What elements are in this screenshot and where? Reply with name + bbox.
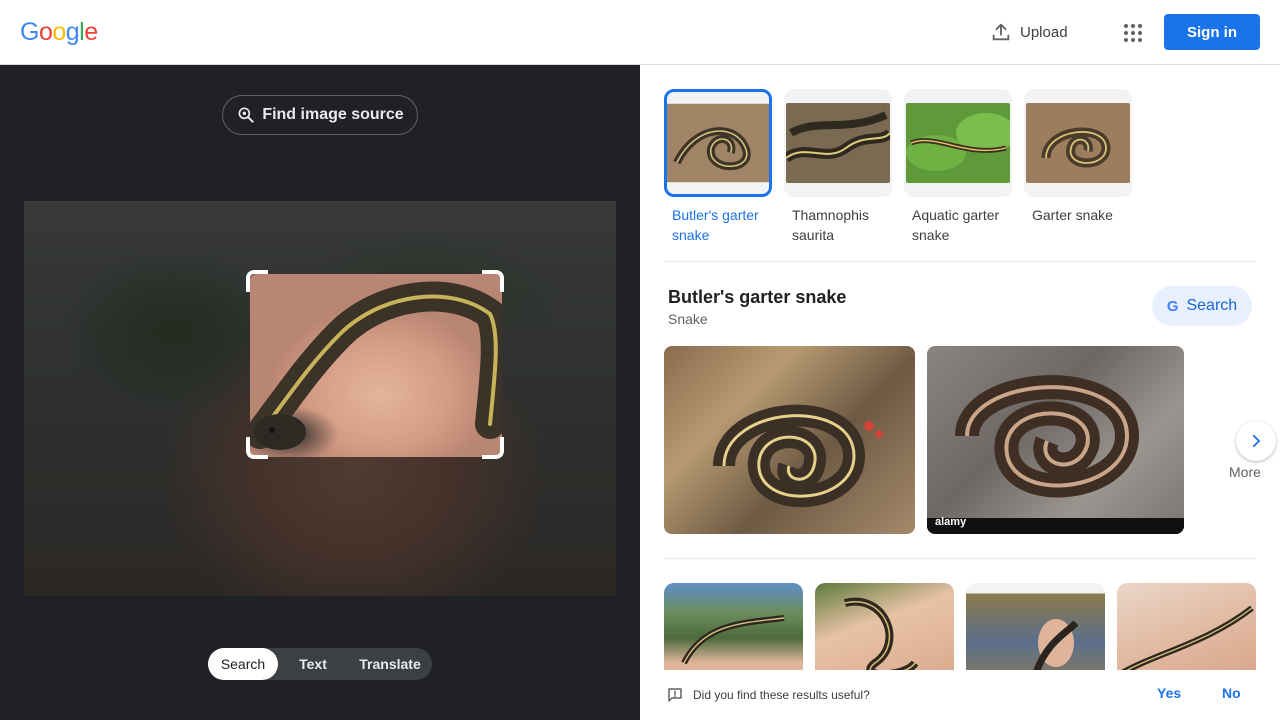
snake-in-hand-image bbox=[1032, 619, 1079, 675]
feedback-icon bbox=[668, 688, 682, 702]
snake-thumbnail bbox=[906, 103, 1010, 183]
snake-thumbnail bbox=[1026, 103, 1130, 183]
feedback-no-button[interactable]: No bbox=[1222, 685, 1241, 701]
logo-letter: o bbox=[38, 18, 53, 46]
snake-thumbnail bbox=[667, 103, 769, 183]
chip-label: Aquatic garter snake bbox=[912, 207, 1000, 243]
upload-label: Upload bbox=[1020, 23, 1068, 41]
result-image[interactable] bbox=[966, 583, 1105, 683]
more-label[interactable]: More bbox=[1229, 464, 1261, 480]
chip-label: Thamnophis saurita bbox=[792, 207, 870, 243]
crop-handle-top-right[interactable] bbox=[482, 270, 504, 292]
results-panel: Butler's garter snake Thamnophis saurita bbox=[640, 65, 1280, 720]
find-image-source-label: Find image source bbox=[262, 106, 404, 123]
entity-title: Butler's garter snake bbox=[668, 287, 847, 307]
upload-icon bbox=[992, 23, 1010, 41]
google-search-button[interactable]: G Search bbox=[1152, 286, 1252, 326]
chevron-right-icon bbox=[1252, 434, 1261, 448]
chip-aquatic-garter-snake[interactable]: Aquatic garter snake bbox=[904, 89, 1012, 245]
tab-translate[interactable]: Translate bbox=[348, 648, 432, 680]
tab-search[interactable]: Search bbox=[208, 648, 278, 680]
find-image-source-button[interactable]: Find image source bbox=[222, 95, 418, 135]
coiled-snake-image bbox=[955, 375, 1140, 498]
result-image[interactable] bbox=[815, 583, 954, 683]
result-image[interactable] bbox=[664, 583, 803, 683]
sign-in-button[interactable]: Sign in bbox=[1164, 14, 1260, 50]
more-results-button[interactable] bbox=[1236, 421, 1276, 461]
chip-thumbnail bbox=[904, 89, 1012, 197]
tab-text[interactable]: Text bbox=[278, 648, 348, 680]
coiled-snake-image bbox=[713, 404, 883, 508]
chip-label: Butler's garter snake bbox=[672, 207, 759, 243]
chip-thamnophis-saurita[interactable]: Thamnophis saurita bbox=[784, 89, 892, 245]
snake-in-crop bbox=[250, 281, 502, 450]
feedback-bar: Did you find these results useful? Yes N… bbox=[640, 670, 1280, 720]
chip-thumbnail bbox=[664, 89, 772, 197]
google-g-icon: G bbox=[1166, 297, 1179, 315]
crop-handle-top-left[interactable] bbox=[246, 270, 268, 292]
apps-grid-icon[interactable] bbox=[1118, 18, 1146, 46]
logo-letter: G bbox=[20, 18, 39, 46]
crop-selection[interactable] bbox=[250, 274, 502, 457]
lens-mode-tabs: Search Text Translate bbox=[208, 648, 432, 680]
chip-thumbnail bbox=[784, 89, 892, 197]
snake-in-hand-image bbox=[844, 597, 919, 679]
feedback-question: Did you find these results useful? bbox=[693, 688, 870, 702]
section-divider bbox=[664, 261, 1256, 262]
result-image[interactable] bbox=[1117, 583, 1256, 683]
entity-subtitle: Snake bbox=[668, 311, 708, 327]
result-image[interactable] bbox=[664, 346, 915, 534]
feedback-yes-button[interactable]: Yes bbox=[1157, 685, 1181, 701]
lens-image-panel: Find image source Search Text Translate bbox=[0, 65, 640, 720]
uploaded-photo bbox=[24, 201, 616, 596]
lens-search-icon bbox=[238, 107, 254, 123]
snake-in-hand-image bbox=[681, 615, 785, 665]
alamy-watermark: alamy bbox=[935, 516, 967, 528]
logo-letter: e bbox=[84, 18, 98, 46]
chip-thumbnail bbox=[1024, 89, 1132, 197]
snake-thumbnail bbox=[786, 103, 890, 183]
google-logo[interactable]: Google bbox=[20, 18, 98, 47]
chip-garter-snake[interactable]: Garter snake bbox=[1024, 89, 1132, 245]
chip-label: Garter snake bbox=[1032, 207, 1113, 223]
chip-butlers-garter-snake[interactable]: Butler's garter snake bbox=[664, 89, 772, 245]
top-bar: Google Upload Sign in bbox=[0, 0, 1280, 65]
upload-button[interactable]: Upload bbox=[990, 18, 1068, 46]
crop-handle-bottom-left[interactable] bbox=[246, 437, 268, 459]
result-image[interactable]: alamy bbox=[927, 346, 1184, 534]
search-label: Search bbox=[1186, 297, 1238, 314]
snake-in-hand-image bbox=[1120, 605, 1254, 676]
suggestion-chips: Butler's garter snake Thamnophis saurita bbox=[664, 89, 1132, 245]
logo-letter: o bbox=[52, 18, 66, 46]
section-divider bbox=[664, 558, 1256, 559]
crop-handle-bottom-right[interactable] bbox=[482, 437, 504, 459]
logo-letter: g bbox=[65, 18, 80, 46]
